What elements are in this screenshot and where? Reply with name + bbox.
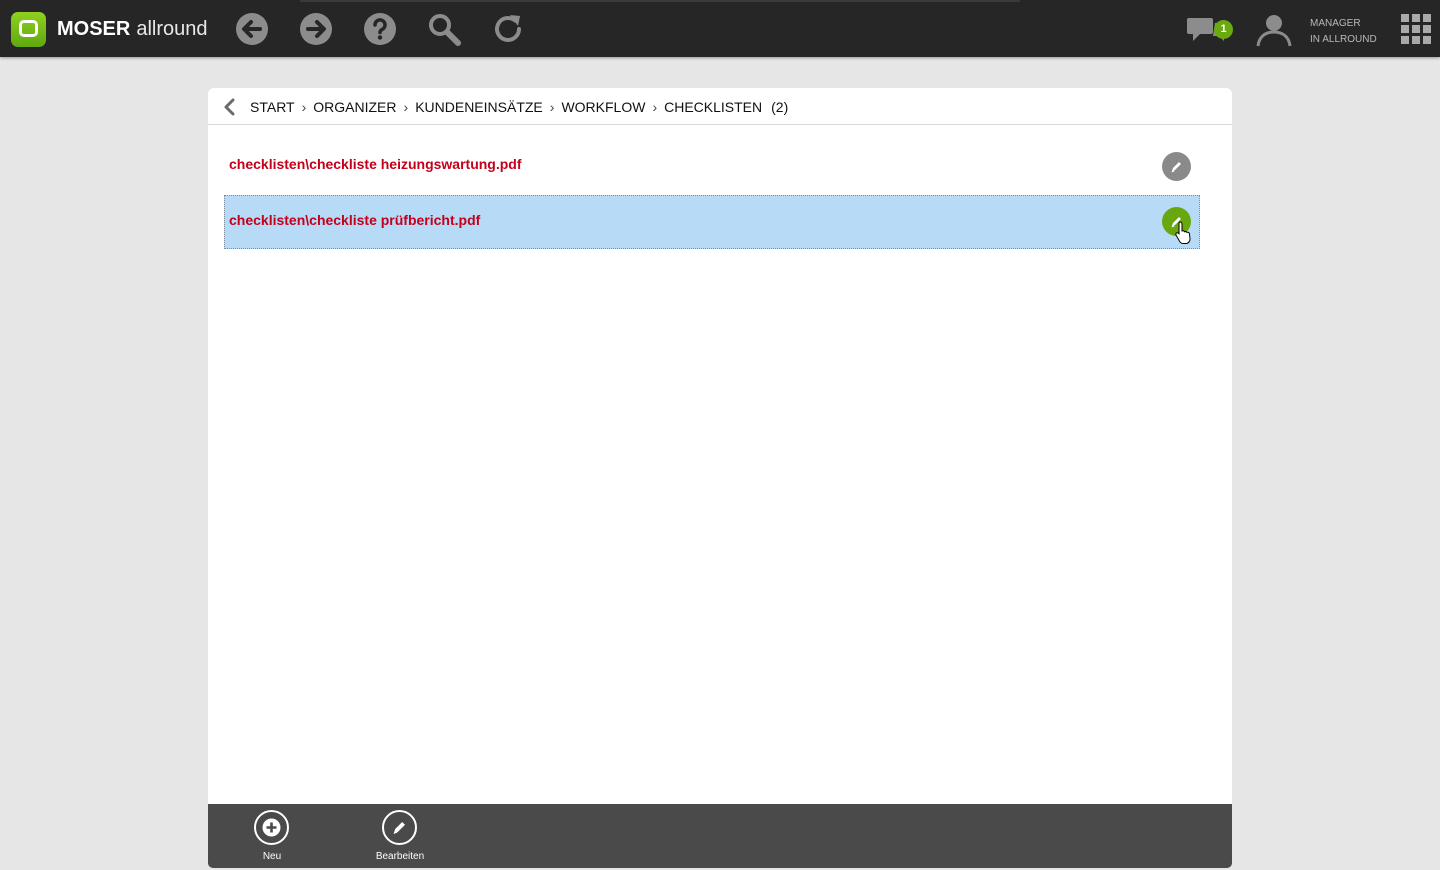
topbar-accent-line	[300, 0, 1020, 2]
back-arrow-icon[interactable]	[235, 12, 269, 46]
app-brand: MOSER allround	[57, 17, 208, 41]
list-item-selected[interactable]: checklisten\checkliste prüfbericht.pdf	[224, 195, 1200, 249]
breadcrumb-organizer[interactable]: ORGANIZER	[313, 99, 396, 115]
user-role-line1: MANAGER	[1310, 18, 1361, 29]
notification-badge[interactable]: 1	[1214, 20, 1233, 39]
breadcrumb-checklisten: CHECKLISTEN	[664, 99, 763, 115]
list-item-label[interactable]: checklisten\checkliste prüfbericht.pdf	[229, 211, 480, 229]
list-item-label[interactable]: checklisten\checkliste heizungswartung.p…	[229, 155, 522, 173]
refresh-icon[interactable]	[491, 12, 525, 46]
breadcrumb-separator: ›	[403, 99, 409, 115]
new-button-label: Neu	[262, 851, 282, 862]
user-role-line2: IN ALLROUND	[1310, 34, 1377, 45]
search-icon[interactable]	[427, 12, 461, 46]
bottom-action-bar: Neu Bearbeiten	[208, 804, 1232, 868]
breadcrumb-separator: ›	[549, 99, 555, 115]
app-grid-icon[interactable]	[1401, 14, 1431, 44]
brand-name-light: allround	[136, 18, 208, 40]
list-item[interactable]: checklisten\checkliste heizungswartung.p…	[224, 139, 1200, 193]
edit-button-label: Bearbeiten	[375, 851, 425, 862]
chevron-left-icon[interactable]	[221, 97, 237, 117]
breadcrumb-workflow[interactable]: WORKFLOW	[561, 99, 645, 115]
edit-pencil-icon[interactable]	[1162, 152, 1191, 181]
breadcrumb: START › ORGANIZER › KUNDENEINSÄTZE › WOR…	[208, 88, 1232, 125]
user-role-text[interactable]: MANAGER IN ALLROUND	[1310, 16, 1377, 48]
brand-name-bold: MOSER	[57, 18, 131, 40]
edit-pencil-icon[interactable]	[1162, 207, 1191, 236]
breadcrumb-kundeneinsaetze[interactable]: KUNDENEINSÄTZE	[415, 99, 543, 115]
top-navigation-bar: MOSER allround 1 MANAGER IN ALLROUND	[0, 0, 1440, 57]
edit-button[interactable]: Bearbeiten	[365, 810, 435, 866]
plus-icon	[254, 810, 289, 845]
edit-pencil-icon	[382, 810, 417, 845]
breadcrumb-item-count: (2)	[771, 99, 789, 115]
user-avatar-icon[interactable]	[1256, 12, 1292, 48]
help-icon[interactable]	[363, 12, 397, 46]
breadcrumb-separator: ›	[652, 99, 658, 115]
app-logo-icon[interactable]	[11, 12, 46, 47]
breadcrumb-start[interactable]: START	[250, 99, 295, 115]
content-panel: START › ORGANIZER › KUNDENEINSÄTZE › WOR…	[208, 88, 1232, 804]
breadcrumb-trail: START › ORGANIZER › KUNDENEINSÄTZE › WOR…	[250, 99, 788, 115]
forward-arrow-icon[interactable]	[299, 12, 333, 46]
breadcrumb-separator: ›	[301, 99, 307, 115]
new-button[interactable]: Neu	[237, 810, 307, 866]
logo-speech-bubble	[19, 20, 38, 37]
